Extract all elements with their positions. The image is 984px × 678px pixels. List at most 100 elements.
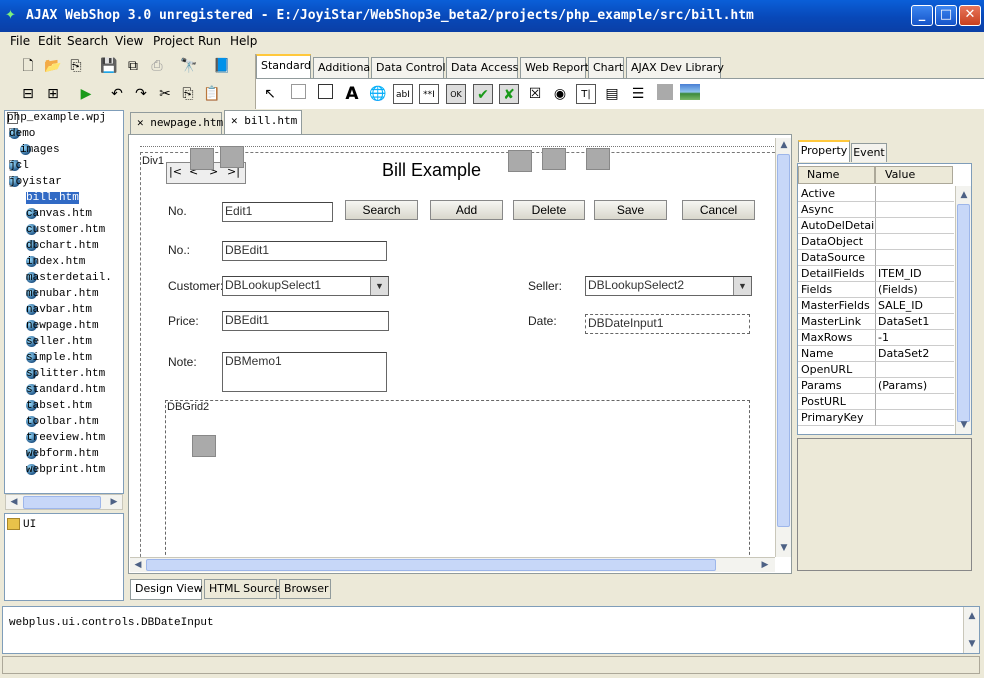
palette-tab-additional[interactable]: Additional — [313, 57, 373, 78]
panel-component-icon[interactable] — [315, 84, 335, 104]
property-value[interactable]: (Params) — [876, 378, 954, 394]
property-value[interactable]: (Fields) — [876, 282, 954, 298]
scroll-up-icon[interactable]: ▲ — [957, 188, 971, 202]
close-tab-icon[interactable]: ✕ — [137, 116, 144, 129]
menu-search[interactable]: Search — [67, 34, 108, 48]
scroll-left-icon[interactable]: ◀ — [131, 558, 145, 572]
textarea-component-icon[interactable]: T| — [576, 84, 596, 104]
no2-input[interactable]: DBEdit1 — [222, 241, 387, 261]
edit-component-icon[interactable]: abI — [393, 84, 413, 104]
ok-button-component-icon[interactable]: ✔ — [473, 84, 493, 104]
link-component-icon[interactable]: 🌐 — [368, 84, 388, 104]
image-component-icon[interactable] — [680, 84, 700, 104]
date-input[interactable]: DBDateInput1 — [585, 314, 750, 334]
close-tab-icon[interactable]: ✕ — [231, 114, 238, 127]
property-value[interactable]: DataSet2 — [876, 346, 954, 362]
palette-tab-ajax-dev-library[interactable]: AJAX Dev Library — [626, 57, 724, 78]
tree-hscroll[interactable]: ◀ ▶ — [5, 494, 123, 510]
property-value[interactable] — [876, 186, 954, 202]
scroll-thumb[interactable] — [23, 496, 101, 509]
scroll-thumb[interactable] — [777, 154, 790, 527]
property-value[interactable] — [876, 250, 954, 266]
copy-icon[interactable]: ⎘ — [178, 84, 198, 104]
scroll-down-icon[interactable]: ▼ — [777, 541, 791, 555]
scroll-right-icon[interactable]: ▶ — [107, 495, 121, 509]
tab-browser[interactable]: Browser — [279, 579, 331, 599]
chevron-down-icon[interactable]: ▼ — [733, 277, 751, 295]
tab-html-source[interactable]: HTML Source — [204, 579, 281, 599]
grid-component-icon[interactable] — [192, 435, 216, 457]
palette-tab-standard[interactable]: Standard — [256, 54, 311, 78]
menu-view[interactable]: View — [115, 34, 143, 48]
radio-component-icon[interactable]: ◉ — [550, 84, 570, 104]
palette-tab-chart[interactable]: Chart — [588, 57, 624, 78]
tab-property[interactable]: Property — [798, 140, 850, 162]
dataset-component-icon[interactable] — [190, 148, 214, 170]
doc-tab-newpage[interactable]: ✕ newpage.htm — [130, 112, 223, 134]
shape-component-icon[interactable] — [655, 84, 675, 104]
seller-select[interactable]: DBLookupSelect2 ▼ — [585, 276, 752, 296]
property-value[interactable] — [876, 202, 954, 218]
customer-select[interactable]: DBLookupSelect1 ▼ — [222, 276, 389, 296]
listbox-component-icon[interactable]: ☰ — [628, 84, 648, 104]
new-file-icon[interactable]: 🗋 — [18, 56, 38, 76]
property-value[interactable] — [876, 394, 954, 410]
dataset-component-icon[interactable] — [542, 148, 566, 170]
menu-help[interactable]: Help — [230, 34, 257, 48]
scroll-down-icon[interactable]: ▼ — [957, 418, 971, 432]
scroll-thumb[interactable] — [146, 559, 716, 571]
print-icon[interactable]: ⎙ — [147, 56, 167, 76]
label-component-icon[interactable]: A — [342, 84, 362, 104]
button-component-icon[interactable]: OK — [446, 84, 466, 104]
note-memo[interactable]: DBMemo1 — [222, 352, 387, 392]
doc-tab-bill[interactable]: ✕ bill.htm — [224, 110, 302, 134]
save-icon[interactable]: 💾 — [99, 56, 119, 76]
message-vscroll[interactable]: ▲ ▼ — [963, 607, 979, 653]
property-value[interactable] — [876, 218, 954, 234]
find-icon[interactable]: 🔭 — [179, 56, 199, 76]
tab-event[interactable]: Event — [851, 143, 887, 162]
property-value[interactable]: SALE_ID — [876, 298, 954, 314]
close-button[interactable]: ✕ — [959, 5, 981, 26]
layout-icon[interactable]: ⊞ — [43, 84, 63, 104]
price-input[interactable]: DBEdit1 — [222, 311, 389, 331]
delete-button[interactable]: Delete — [513, 200, 585, 220]
add-button[interactable]: Add — [430, 200, 503, 220]
palette-tab-web-report[interactable]: Web Report — [520, 57, 589, 78]
scroll-up-icon[interactable]: ▲ — [965, 609, 979, 623]
cancel-button[interactable]: Cancel — [682, 200, 755, 220]
property-value[interactable]: DataSet1 — [876, 314, 954, 330]
data-grid[interactable]: DBGrid2 — [165, 400, 750, 557]
scroll-down-icon[interactable]: ▼ — [965, 637, 979, 651]
search-button[interactable]: Search — [345, 200, 418, 220]
redo-icon[interactable]: ↷ — [131, 84, 151, 104]
scroll-up-icon[interactable]: ▲ — [777, 138, 791, 152]
checkbox-component-icon[interactable]: ☒ — [525, 84, 545, 104]
property-vscroll[interactable]: ▲ ▼ — [955, 186, 971, 434]
folder-ui[interactable]: UI — [7, 518, 36, 531]
property-value[interactable] — [876, 410, 954, 426]
save-all-icon[interactable]: ⧉ — [123, 56, 143, 76]
book-icon[interactable]: 📘 — [212, 56, 232, 76]
property-value[interactable]: -1 — [876, 330, 954, 346]
maximize-button[interactable]: □ — [935, 5, 957, 26]
undo-icon[interactable]: ↶ — [107, 84, 127, 104]
paste-icon[interactable]: 📋 — [202, 84, 222, 104]
no-input[interactable]: Edit1 — [222, 202, 333, 222]
menu-project[interactable]: Project — [153, 34, 194, 48]
property-value[interactable] — [876, 234, 954, 250]
palette-tab-data-controls[interactable]: Data Controls — [371, 57, 451, 78]
palette-tab-data-access[interactable]: Data Access — [446, 57, 518, 78]
nav-first-icon[interactable]: |< — [169, 165, 182, 178]
save-button[interactable]: Save — [594, 200, 667, 220]
scroll-right-icon[interactable]: ▶ — [758, 558, 772, 572]
menu-file[interactable]: File — [10, 34, 30, 48]
scroll-thumb[interactable] — [957, 204, 970, 422]
minimize-button[interactable]: _ — [911, 5, 933, 26]
cut-icon[interactable]: ✂ — [155, 84, 175, 104]
property-value[interactable] — [876, 362, 954, 378]
menu-run[interactable]: Run — [198, 34, 221, 48]
dataset-component-icon[interactable] — [508, 150, 532, 172]
dataset-component-icon[interactable] — [586, 148, 610, 170]
memo-component-icon[interactable]: ▤ — [602, 84, 622, 104]
